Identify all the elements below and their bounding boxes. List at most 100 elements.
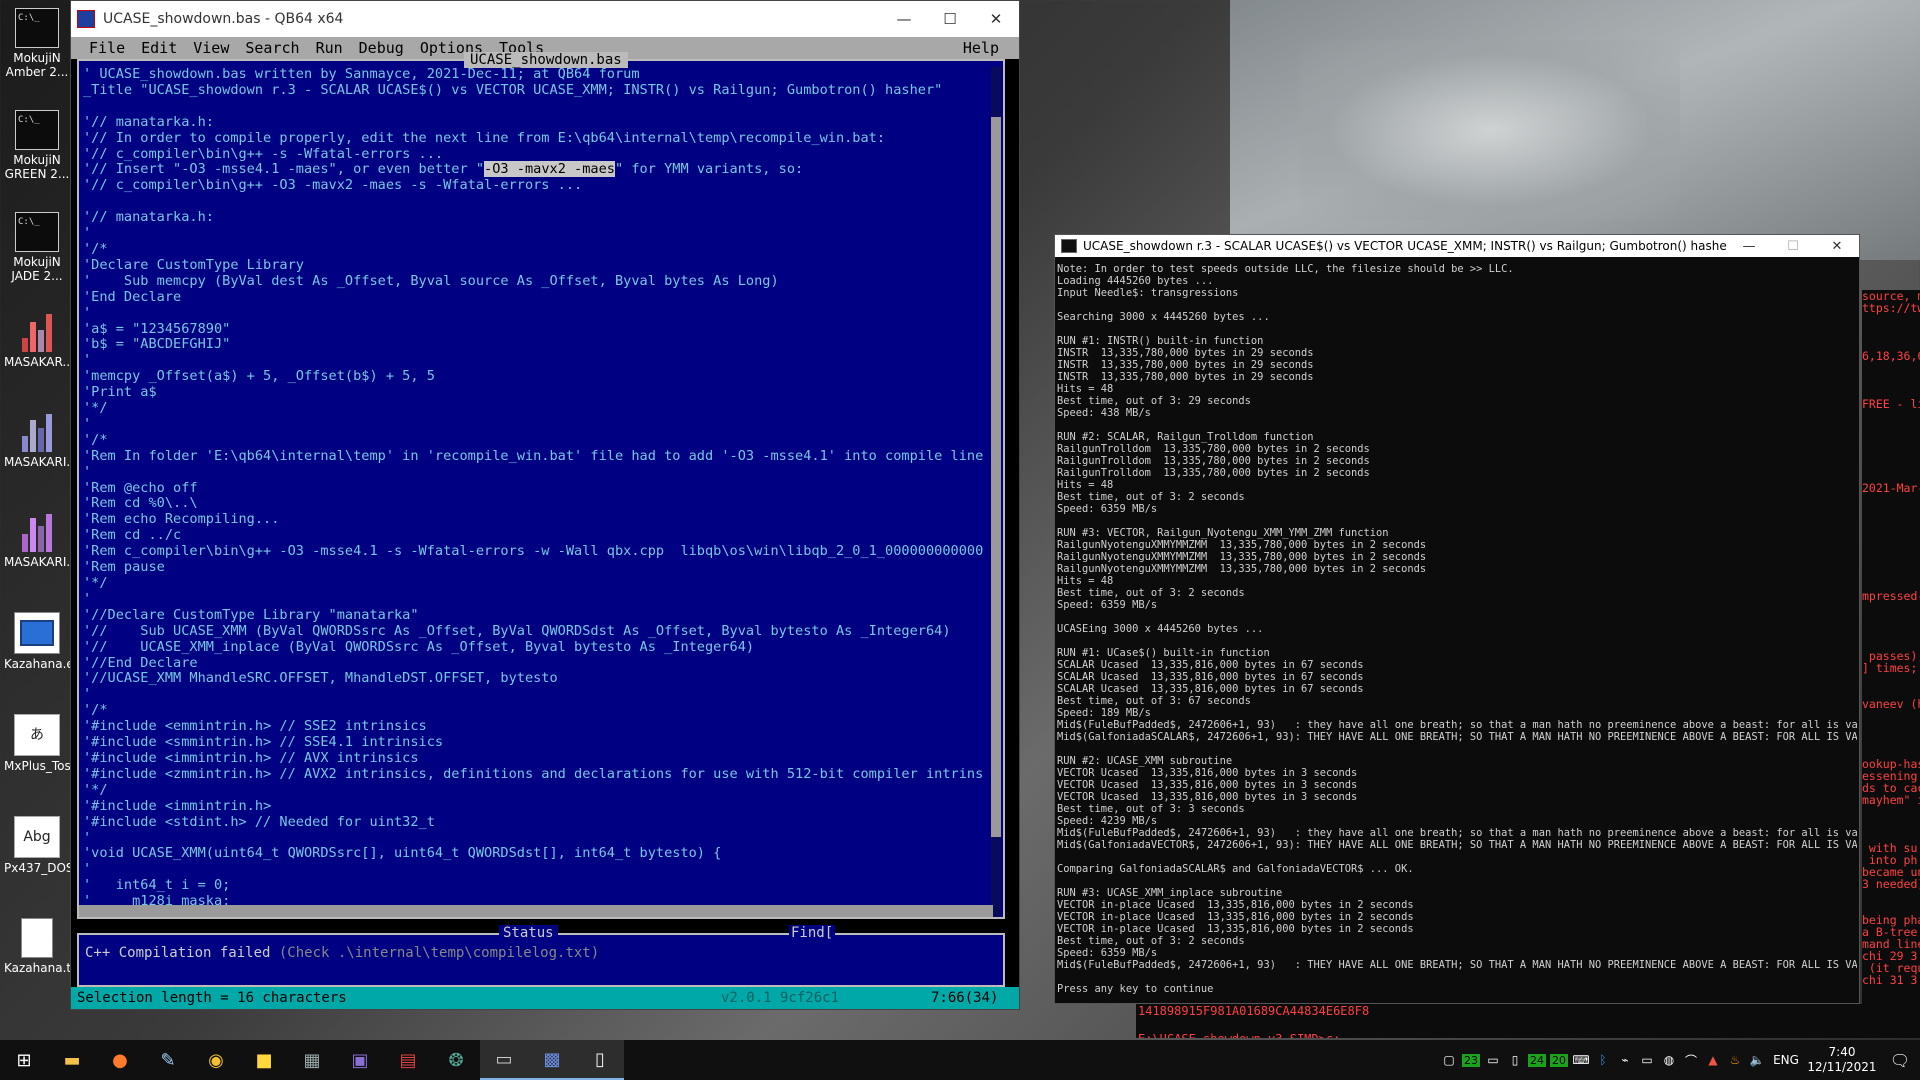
cmd-icon: C:\_ [15, 8, 59, 48]
horizontal-scrollbar[interactable] [79, 905, 993, 917]
desktop-icon-label: MokujiN Amber 2... [5, 51, 69, 79]
window-title: UCASE_showdown.bas - QB64 x64 [103, 11, 344, 27]
close-icon[interactable]: ✕ [1815, 239, 1859, 254]
start-icon[interactable]: ⊞ [0, 1040, 48, 1080]
desktop-icon-masakari-3[interactable]: MASAKARI... [4, 512, 78, 569]
font-file-icon: Abg [14, 816, 60, 858]
image-viewer-icon[interactable]: ▤ [384, 1040, 432, 1080]
menu-debug[interactable]: Debug [351, 39, 412, 57]
wifi-icon[interactable]: ⌒ [1680, 1052, 1702, 1069]
notification-icon[interactable]: 🗨 [1880, 1051, 1920, 1070]
speaker-icon[interactable]: 🔈 [1746, 1053, 1768, 1067]
desktop-icon-px437[interactable]: Abg Px437_DOS... [4, 816, 85, 875]
desktop-icon-mokujin-jade[interactable]: C:\_ MokujiN JADE 2... [4, 212, 70, 283]
vertical-scrollbar[interactable] [991, 67, 1001, 917]
desktop-icon-mxplus[interactable]: あ MxPlus_Tos... [4, 714, 83, 773]
background-console-bottom: 141898915F981A01689CA44834E6E8F8 E:\UCAS… [1136, 1004, 1920, 1038]
calculator-icon[interactable]: ▦ [288, 1040, 336, 1080]
desktop-icon-mokujin-green[interactable]: C:\_ MokujiN GREEN 2... [4, 110, 70, 181]
selection-length: Selection length = 16 characters [77, 990, 347, 1006]
minimize-icon[interactable]: — [881, 10, 927, 28]
tray-badge-1[interactable]: 23 [1462, 1053, 1480, 1067]
menu-view[interactable]: View [185, 39, 237, 57]
fire-icon[interactable]: ♨ [1724, 1053, 1746, 1067]
background-console-text: source, m ttps://tw 6,18,36,6 FREE - li … [1862, 290, 1920, 1010]
selected-text: -O3 -mavx2 -maes [484, 161, 615, 178]
clock[interactable]: 7:40 12/11/2021 [1804, 1045, 1880, 1075]
monitor-icon[interactable]: ▯ [1504, 1053, 1526, 1067]
qb64-icon[interactable]: ▩ [528, 1040, 576, 1080]
sticky-notes-icon[interactable]: ■ [240, 1040, 288, 1080]
keyboard-icon[interactable]: ⌨ [1570, 1053, 1592, 1067]
file-explorer-icon[interactable]: ▬ [48, 1040, 96, 1080]
tray-badge-3[interactable]: 20 [1550, 1053, 1568, 1067]
desktop-icon-masakari-2[interactable]: MASAKARI... [4, 412, 78, 469]
qb-icon[interactable]: ▣ [336, 1040, 384, 1080]
menu-search[interactable]: Search [237, 39, 307, 57]
cmd-icon: C:\_ [15, 212, 59, 252]
system-tray: ▢ 23 ▭ ▯ 24 20 ⌨ ᛒ ⌁ ▭ ◍ ⌒ ▲ ♨ 🔈 ENG 7:4… [1438, 1040, 1920, 1080]
code-text[interactable]: ' UCASE_showdown.bas written by Sanmayce… [83, 67, 983, 907]
menu-edit[interactable]: Edit [133, 39, 185, 57]
font-file-icon: あ [14, 714, 60, 756]
scrollbar-thumb[interactable] [991, 117, 1001, 837]
text-file-icon [15, 918, 59, 958]
menu-file[interactable]: File [81, 39, 133, 57]
pen-icon[interactable]: ✎ [144, 1040, 192, 1080]
display-icon[interactable]: ▢ [1438, 1053, 1460, 1067]
chip-icon[interactable]: ▭ [1482, 1053, 1504, 1067]
clock-time: 7:40 [1828, 1045, 1856, 1059]
compile-log-hint[interactable]: (Check .\internal\temp\compilelog.txt) [270, 945, 599, 961]
tray-badge-2[interactable]: 24 [1528, 1053, 1546, 1067]
qb64-window[interactable]: UCASE_showdown.bas - QB64 x64 — ☐ ✕ File… [70, 0, 1020, 1010]
maximize-icon[interactable]: ☐ [1771, 239, 1815, 254]
desktop-icon-kazahana-txt[interactable]: Kazahana.txt [4, 918, 83, 975]
status-title: Status [499, 925, 558, 941]
cmd-icon: C:\_ [15, 110, 59, 150]
code-after-selection: " for YMM variants, so: '// c_compiler\b… [83, 161, 983, 907]
bar-chart-icon [15, 512, 59, 552]
console-app-icon [1061, 239, 1077, 253]
maximize-icon[interactable]: ☐ [927, 10, 973, 28]
desktop-icon-label: MASAKARI... [4, 455, 78, 469]
console-icon[interactable]: ▯ [576, 1040, 624, 1080]
compile-failed-text: C++ Compilation failed [85, 945, 271, 961]
desktop-icon-mokujin-amber[interactable]: C:\_ MokujiN Amber 2... [4, 8, 70, 79]
usb-icon[interactable]: ⌁ [1614, 1053, 1636, 1067]
file-tab[interactable]: UCASE_showdown.bas [464, 52, 628, 68]
desktop-icon-label: MokujiN GREEN 2... [4, 153, 70, 181]
battery-icon[interactable]: ▭ [1636, 1053, 1658, 1067]
desktop-icon-label: MASAKAR... [4, 355, 74, 369]
minimize-icon[interactable]: — [1727, 239, 1771, 254]
taskbar: ⊞ ▬ ● ✎ ◉ ■ ▦ ▣ ▤ ❂ ▭ ▩ ▯ ▢ 23 ▭ ▯ 24 20… [0, 1040, 1920, 1080]
desktop-icon-label: Kazahana.txt [4, 961, 83, 975]
flame-icon[interactable]: ▲ [1702, 1053, 1724, 1067]
terminal-icon[interactable]: ▭ [480, 1040, 528, 1080]
qb64-status-bar: Selection length = 16 characters v2.0.1 … [71, 987, 1019, 1009]
close-icon[interactable]: ✕ [973, 10, 1019, 28]
language-indicator[interactable]: ENG [1768, 1053, 1804, 1067]
desktop-icon-label: MxPlus_Tos... [4, 759, 83, 773]
window-app-icon [14, 612, 60, 654]
desktop-icon-kazahana-exe[interactable]: Kazahana.exe [4, 612, 88, 671]
menu-help[interactable]: Help [955, 39, 1007, 57]
status-panel: Status Find[ C++ Compilation failed (Che… [77, 925, 1005, 987]
bluetooth-icon[interactable]: ᛒ [1592, 1053, 1614, 1067]
code-editor[interactable]: UCASE_showdown.bas ' UCASE_showdown.bas … [77, 52, 1005, 919]
find-field[interactable]: Find[ [789, 925, 836, 941]
app-icon[interactable]: ◉ [192, 1040, 240, 1080]
browser-icon[interactable]: ❂ [432, 1040, 480, 1080]
wallpaper-shape [1300, 40, 1680, 220]
desktop-icon-label: Px437_DOS... [4, 861, 85, 875]
bar-chart-icon [15, 412, 59, 452]
version-label: v2.0.1 9cf26c1 [721, 990, 840, 1006]
firefox-icon[interactable]: ● [96, 1040, 144, 1080]
menu-run[interactable]: Run [308, 39, 351, 57]
console-window[interactable]: UCASE_showdown r.3 - SCALAR UCASE$() vs … [1054, 234, 1860, 1004]
desktop-icon-masakari-1[interactable]: MASAKAR... [4, 312, 74, 369]
console-title: UCASE_showdown r.3 - SCALAR UCASE$() vs … [1083, 239, 1727, 253]
qb64-title-bar[interactable]: UCASE_showdown.bas - QB64 x64 — ☐ ✕ [71, 1, 1019, 37]
desktop-icon-label: MASAKARI... [4, 555, 78, 569]
console-title-bar[interactable]: UCASE_showdown r.3 - SCALAR UCASE$() vs … [1055, 235, 1859, 257]
network-icon[interactable]: ◍ [1658, 1053, 1680, 1067]
